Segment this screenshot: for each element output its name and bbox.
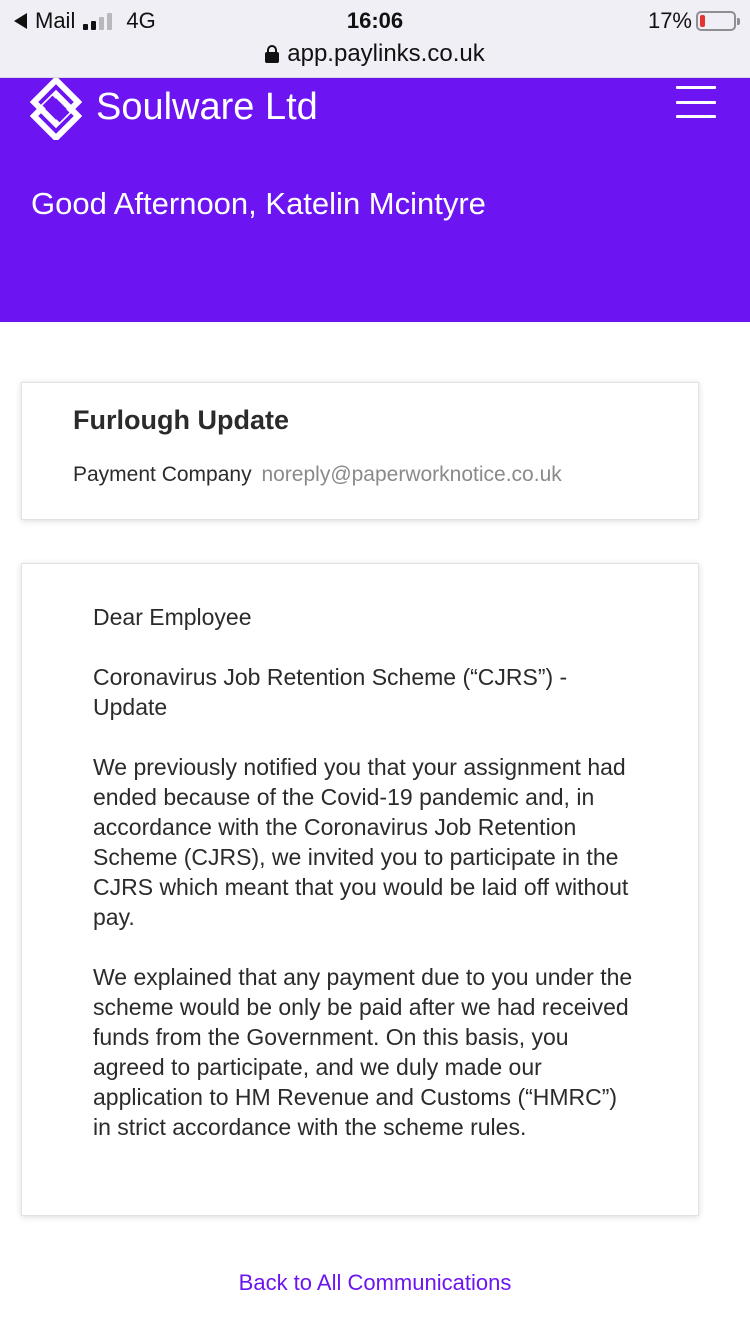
back-to-communications-link[interactable]: Back to All Communications xyxy=(0,1270,750,1296)
battery-level xyxy=(700,15,706,27)
clock: 16:06 xyxy=(346,8,404,33)
message-paragraph-1: We previously notified you that your ass… xyxy=(93,754,629,930)
status-bar: Mail 4G 16:06 17% app.paylinks.co.uk xyxy=(0,0,750,78)
message-title: Coronavirus Job Retention Scheme (“CJRS”… xyxy=(93,664,568,720)
diamond-s-logo-icon[interactable] xyxy=(30,78,82,140)
address-bar[interactable]: app.paylinks.co.uk xyxy=(0,38,750,70)
app-header: Soulware Ltd Good Afternoon, Katelin Mci… xyxy=(0,78,750,322)
hamburger-menu-icon[interactable] xyxy=(676,86,716,118)
message-body-card: Dear Employee Coronavirus Job Retention … xyxy=(21,563,699,1216)
sender-email: noreply@paperworknotice.co.uk xyxy=(261,463,562,486)
lock-icon xyxy=(265,45,280,63)
url-text: app.paylinks.co.uk xyxy=(287,40,485,67)
sender-line: Payment Company noreply@paperworknotice.… xyxy=(73,463,562,487)
greeting-text: Good Afternoon, Katelin Mcintyre xyxy=(31,186,486,221)
message-subject: Furlough Update xyxy=(73,405,289,435)
battery-percent: 17% xyxy=(647,8,692,33)
message-salutation: Dear Employee xyxy=(93,604,252,630)
message-content: Dear Employee Coronavirus Job Retention … xyxy=(93,602,633,1172)
battery-icon xyxy=(696,11,740,31)
message-header-card: Furlough Update Payment Company noreply@… xyxy=(21,382,699,520)
battery-status: 17% xyxy=(647,8,740,34)
message-paragraph-2: We explained that any payment due to you… xyxy=(93,964,633,1140)
sender-name: Payment Company xyxy=(73,463,252,486)
brand-name[interactable]: Soulware Ltd xyxy=(96,86,318,129)
